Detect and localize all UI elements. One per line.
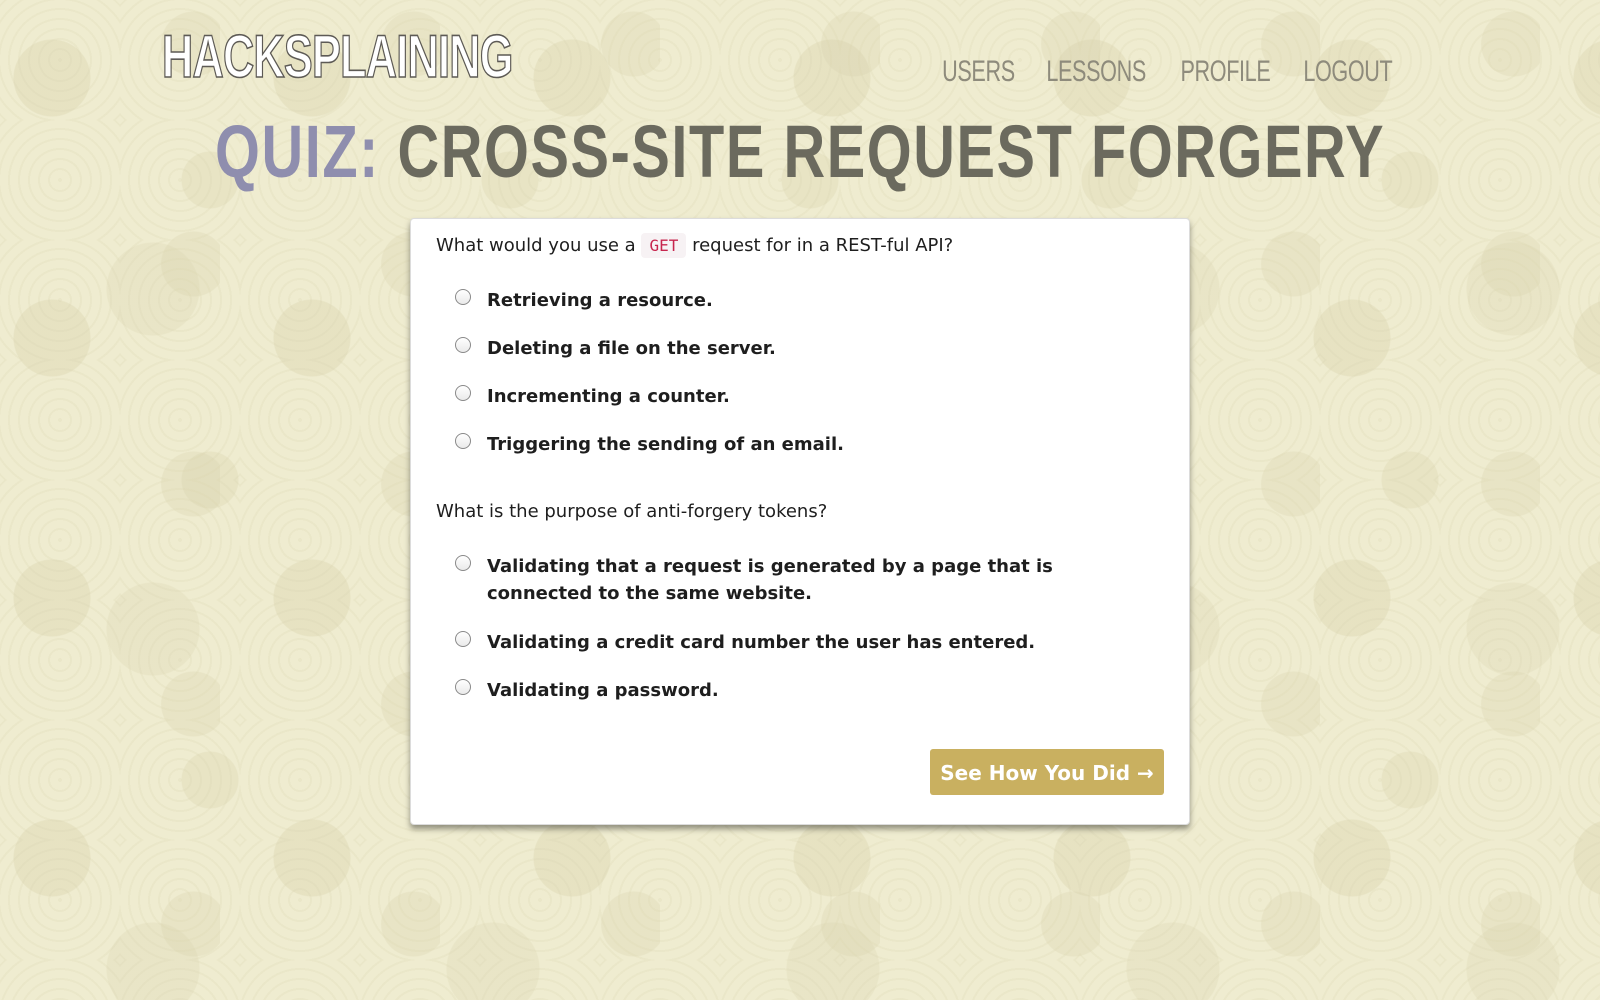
nav-logout-link[interactable]: LOGOUT [1304,52,1393,92]
q1-option-4-label: Triggering the sending of an email. [487,434,844,455]
q2-option-2-radio[interactable] [455,631,471,647]
quiz-card: What would you use a GET request for in … [410,218,1190,825]
see-how-you-did-button[interactable]: See How You Did → [930,749,1164,795]
q2-option-1-label: Validating that a request is generated b… [487,556,1053,604]
main-nav: USERS LESSONS PROFILE LOGOUT [940,52,1398,92]
q1-option-2[interactable]: Deleting a file on the server. [455,335,1135,362]
q1-option-4[interactable]: Triggering the sending of an email. [455,431,1135,458]
quiz-topic: CROSS-SITE REQUEST FORGERY [397,110,1386,193]
q1-option-3-radio[interactable] [455,385,471,401]
q1-option-4-radio[interactable] [455,433,471,449]
q2-option-3-label: Validating a password. [487,680,719,701]
q2-option-1-radio[interactable] [455,555,471,571]
q1-option-2-radio[interactable] [455,337,471,353]
question-2: What is the purpose of anti-forgery toke… [436,499,827,525]
q2-option-2-label: Validating a credit card number the user… [487,632,1036,653]
q2-option-3[interactable]: Validating a password. [455,677,1135,704]
q1-option-3-label: Incrementing a counter. [487,386,730,407]
q2-option-2[interactable]: Validating a credit card number the user… [455,629,1135,656]
q2-option-3-radio[interactable] [455,679,471,695]
nav-lessons-link[interactable]: LESSONS [1047,52,1147,92]
q1-option-1-label: Retrieving a resource. [487,290,713,311]
quiz-label: QUIZ: [214,110,380,193]
nav-users-link[interactable]: USERS [942,52,1015,92]
question-1: What would you use a GET request for in … [436,233,953,259]
site-logo[interactable]: HACKSPLAINING [161,22,514,92]
q1-option-2-label: Deleting a file on the server. [487,338,776,359]
q1-option-1[interactable]: Retrieving a resource. [455,287,1135,314]
question-1-text-before: What would you use a [436,235,636,256]
q1-option-1-radio[interactable] [455,289,471,305]
question-1-code: GET [641,233,687,258]
q1-option-3[interactable]: Incrementing a counter. [455,383,1135,410]
question-1-text-after: request for in a REST-ful API? [692,235,954,256]
question-2-text: What is the purpose of anti-forgery toke… [436,501,828,522]
q2-option-1[interactable]: Validating that a request is generated b… [455,553,1135,607]
nav-profile-link[interactable]: PROFILE [1181,52,1271,92]
page-title: QUIZ: CROSS-SITE REQUEST FORGERY [0,110,1600,194]
